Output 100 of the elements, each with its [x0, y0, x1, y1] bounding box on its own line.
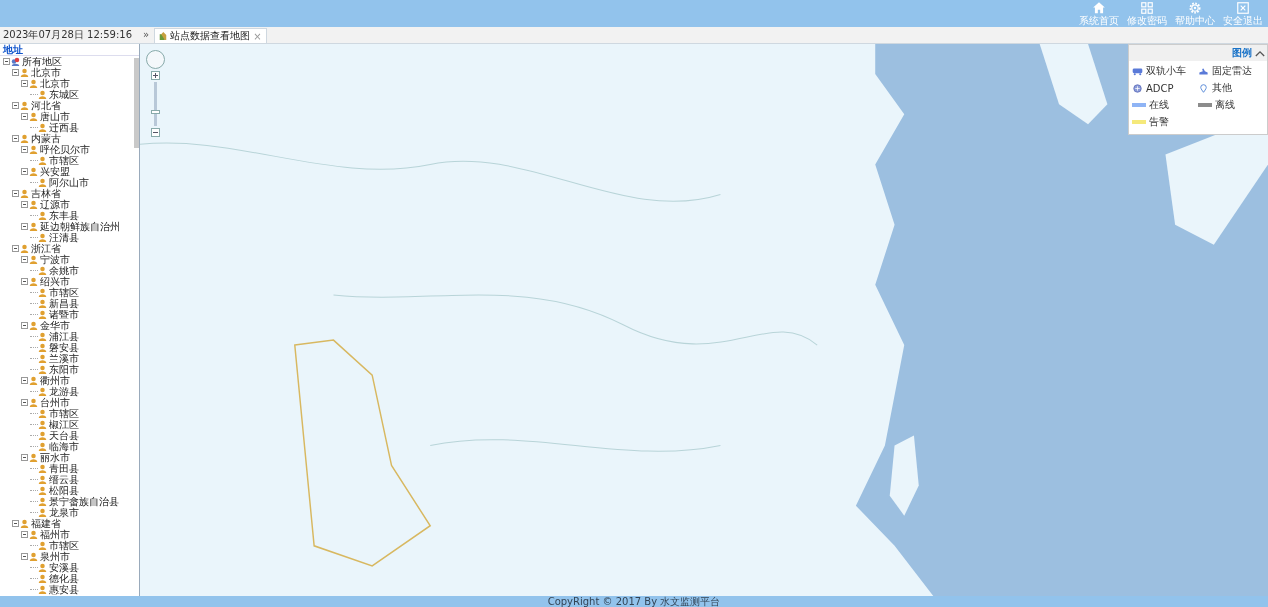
- person-icon: [38, 211, 47, 220]
- person-icon: [29, 200, 38, 209]
- expander-icon[interactable]: [21, 256, 28, 263]
- tree-item[interactable]: 市辖区: [49, 540, 79, 551]
- close-icon: [1236, 1, 1250, 15]
- tree-item[interactable]: 北京市: [40, 78, 70, 89]
- tree-item[interactable]: 东阳市: [49, 364, 79, 375]
- person-icon: [38, 387, 47, 396]
- tree-item[interactable]: 椒江区: [49, 419, 79, 430]
- expander-icon[interactable]: [21, 454, 28, 461]
- tree-item[interactable]: 延边朝鲜族自治州: [40, 221, 120, 232]
- tab[interactable]: 站点数据查看地图 ×: [154, 28, 267, 43]
- tree-item[interactable]: 天台县: [49, 430, 79, 441]
- tree-item[interactable]: 新昌县: [49, 298, 79, 309]
- tree-item[interactable]: 浦江县: [49, 331, 79, 342]
- expander-icon[interactable]: [21, 322, 28, 329]
- tree-item[interactable]: 丽水市: [40, 452, 70, 463]
- tree-item[interactable]: 呼伦贝尔市: [40, 144, 90, 155]
- tree-item[interactable]: 阿尔山市: [49, 177, 89, 188]
- zoom-in-button[interactable]: [151, 71, 160, 80]
- tree-item[interactable]: 河北省: [31, 100, 61, 111]
- tree-item[interactable]: 龙游县: [49, 386, 79, 397]
- tree-item[interactable]: 吉林省: [31, 188, 61, 199]
- person-icon: [38, 475, 47, 484]
- scrollbar[interactable]: [134, 58, 139, 148]
- person-icon: [38, 464, 47, 473]
- tree-item[interactable]: 泉州市: [40, 551, 70, 562]
- zoom-out-button[interactable]: [151, 128, 160, 137]
- expander-icon[interactable]: [12, 69, 19, 76]
- expander-icon[interactable]: [12, 245, 19, 252]
- person-icon: [20, 101, 29, 110]
- person-icon: [29, 453, 38, 462]
- person-icon: [38, 409, 47, 418]
- tree-item[interactable]: 辽源市: [40, 199, 70, 210]
- tree-item[interactable]: 东丰县: [49, 210, 79, 221]
- tree-item[interactable]: 青田县: [49, 463, 79, 474]
- tree-item[interactable]: 市辖区: [49, 408, 79, 419]
- expander-icon[interactable]: [12, 190, 19, 197]
- tree-item[interactable]: 诸暨市: [49, 309, 79, 320]
- legend-label: 双轨小车: [1146, 64, 1186, 78]
- tree-item[interactable]: 惠安县: [49, 584, 79, 595]
- expander-icon[interactable]: [21, 531, 28, 538]
- tree-item[interactable]: 福建省: [31, 518, 61, 529]
- person-icon: [29, 255, 38, 264]
- tree-item[interactable]: 磐安县: [49, 342, 79, 353]
- expander-icon[interactable]: [21, 399, 28, 406]
- collapse-button[interactable]: »: [138, 29, 155, 41]
- expander-icon[interactable]: [21, 168, 28, 175]
- tree-item[interactable]: 临海市: [49, 441, 79, 452]
- expander-icon[interactable]: [12, 102, 19, 109]
- expander-icon[interactable]: [21, 553, 28, 560]
- tree-item[interactable]: 所有地区: [22, 56, 62, 67]
- tree-item[interactable]: 龙泉市: [49, 507, 79, 518]
- tree-item[interactable]: 兰溪市: [49, 353, 79, 364]
- expander-icon[interactable]: [21, 223, 28, 230]
- tree-item[interactable]: 内蒙古: [31, 133, 61, 144]
- tree-item[interactable]: 景宁畲族自治县: [49, 496, 119, 507]
- person-icon: [38, 343, 47, 352]
- collapse-icon[interactable]: [1255, 49, 1265, 57]
- sidebar-title: 地址: [0, 44, 139, 56]
- home-icon: [1092, 1, 1106, 15]
- expander-icon[interactable]: [21, 201, 28, 208]
- expander-icon[interactable]: [3, 58, 10, 65]
- tree-item[interactable]: 余姚市: [49, 265, 79, 276]
- tree-item[interactable]: 绍兴市: [40, 276, 70, 287]
- tree-item[interactable]: 德化县: [49, 573, 79, 584]
- zoom-slider[interactable]: [154, 82, 157, 126]
- expander-icon[interactable]: [12, 135, 19, 142]
- tree-item[interactable]: 东城区: [49, 89, 79, 100]
- tree-item[interactable]: 浙江省: [31, 243, 61, 254]
- tree-item[interactable]: 台州市: [40, 397, 70, 408]
- tree-item[interactable]: 市辖区: [49, 287, 79, 298]
- expander-icon[interactable]: [21, 146, 28, 153]
- expander-icon[interactable]: [21, 80, 28, 87]
- tree-item[interactable]: 北京市: [31, 67, 61, 78]
- tree-item[interactable]: 缙云县: [49, 474, 79, 485]
- page-icon: [159, 31, 168, 41]
- tree-item[interactable]: 安溪县: [49, 562, 79, 573]
- person-icon: [38, 288, 47, 297]
- tree-item[interactable]: 松阳县: [49, 485, 79, 496]
- person-icon: [38, 365, 47, 374]
- expander-icon[interactable]: [21, 113, 28, 120]
- person-icon: [38, 266, 47, 275]
- adcp-icon: [1132, 83, 1143, 93]
- person-icon: [38, 574, 47, 583]
- tree-item[interactable]: 衢州市: [40, 375, 70, 386]
- tree-item[interactable]: 汪清县: [49, 232, 79, 243]
- expander-icon[interactable]: [12, 520, 19, 527]
- person-icon: [20, 244, 29, 253]
- tree-item[interactable]: 市辖区: [49, 155, 79, 166]
- tree-item[interactable]: 唐山市: [40, 111, 70, 122]
- tree-item[interactable]: 福州市: [40, 529, 70, 540]
- tree-item[interactable]: 宁波市: [40, 254, 70, 265]
- tree-item[interactable]: 兴安盟: [40, 166, 70, 177]
- tree-item[interactable]: 金华市: [40, 320, 70, 331]
- slider-thumb[interactable]: [151, 110, 160, 114]
- tree-item[interactable]: 迁西县: [49, 122, 79, 133]
- legend-label: ADCP: [1146, 82, 1174, 94]
- expander-icon[interactable]: [21, 278, 28, 285]
- expander-icon[interactable]: [21, 377, 28, 384]
